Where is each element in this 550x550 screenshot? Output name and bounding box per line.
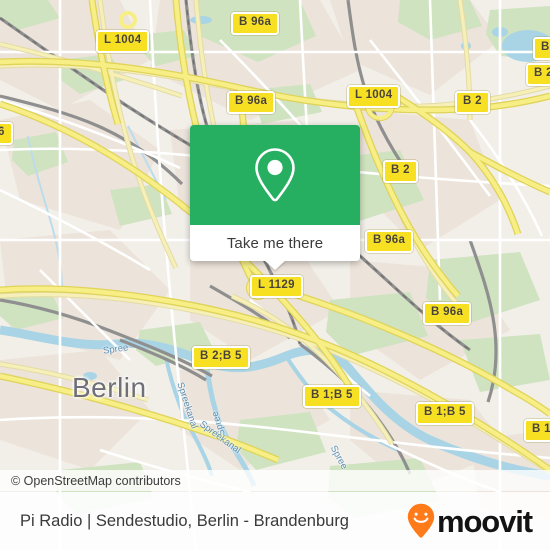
road-shield-b2-1[interactable]: B 2 — [455, 91, 490, 114]
road-shield-b2-2[interactable]: B 2 — [383, 160, 418, 183]
road-shield-b96a-2[interactable]: B 96a — [227, 91, 276, 114]
road-shield-b1b5-2[interactable]: B 1;B 5 — [416, 402, 474, 425]
take-me-there-label: Take me there — [226, 234, 324, 252]
footer-bar: Pi Radio | Sendestudio, Berlin - Branden… — [0, 492, 550, 550]
road-shield-l1129[interactable]: L 1129 — [250, 275, 303, 298]
moovit-smiley-pin-icon — [407, 503, 435, 538]
moovit-logo[interactable]: moovit — [407, 503, 550, 539]
map-screenshot: Berlin Spree Spreekanal Spree Spreekanal… — [0, 0, 550, 550]
callout-action-bar[interactable]: Take me there — [190, 225, 360, 270]
road-shield-b2b5[interactable]: B 2;B 5 — [192, 346, 250, 369]
road-shield-b96a-1[interactable]: B 96a — [231, 12, 280, 35]
road-shield-l1004-1[interactable]: L 1004 — [96, 30, 150, 53]
road-shield-l1004-2[interactable]: L 1004 — [347, 85, 401, 108]
road-shield-edge-left[interactable]: 6 — [0, 122, 13, 145]
place-title: Pi Radio | Sendestudio, Berlin - Branden… — [20, 511, 349, 530]
road-shield-b1b5-1[interactable]: B 1;B 5 — [303, 385, 361, 408]
city-label-berlin: Berlin — [72, 372, 147, 403]
callout-pin-area — [190, 125, 360, 225]
map-attribution-bar: © OpenStreetMap contributors — [0, 470, 550, 491]
road-shield-edge-topright[interactable]: B 9 — [533, 37, 550, 60]
road-shield-b96a-4[interactable]: B 96a — [423, 302, 472, 325]
osm-attribution-text[interactable]: © OpenStreetMap contributors — [0, 474, 181, 488]
road-shield-edge-right-b2[interactable]: B 2 — [526, 63, 550, 86]
road-shield-edge-bottomright[interactable]: B 1; — [524, 419, 550, 442]
moovit-wordmark: moovit — [436, 503, 533, 539]
callout-pointer-triangle — [264, 260, 286, 270]
map-pin-icon — [255, 148, 295, 202]
location-callout[interactable]: Take me there — [190, 125, 360, 270]
road-shield-b96a-3[interactable]: B 96a — [365, 230, 414, 253]
